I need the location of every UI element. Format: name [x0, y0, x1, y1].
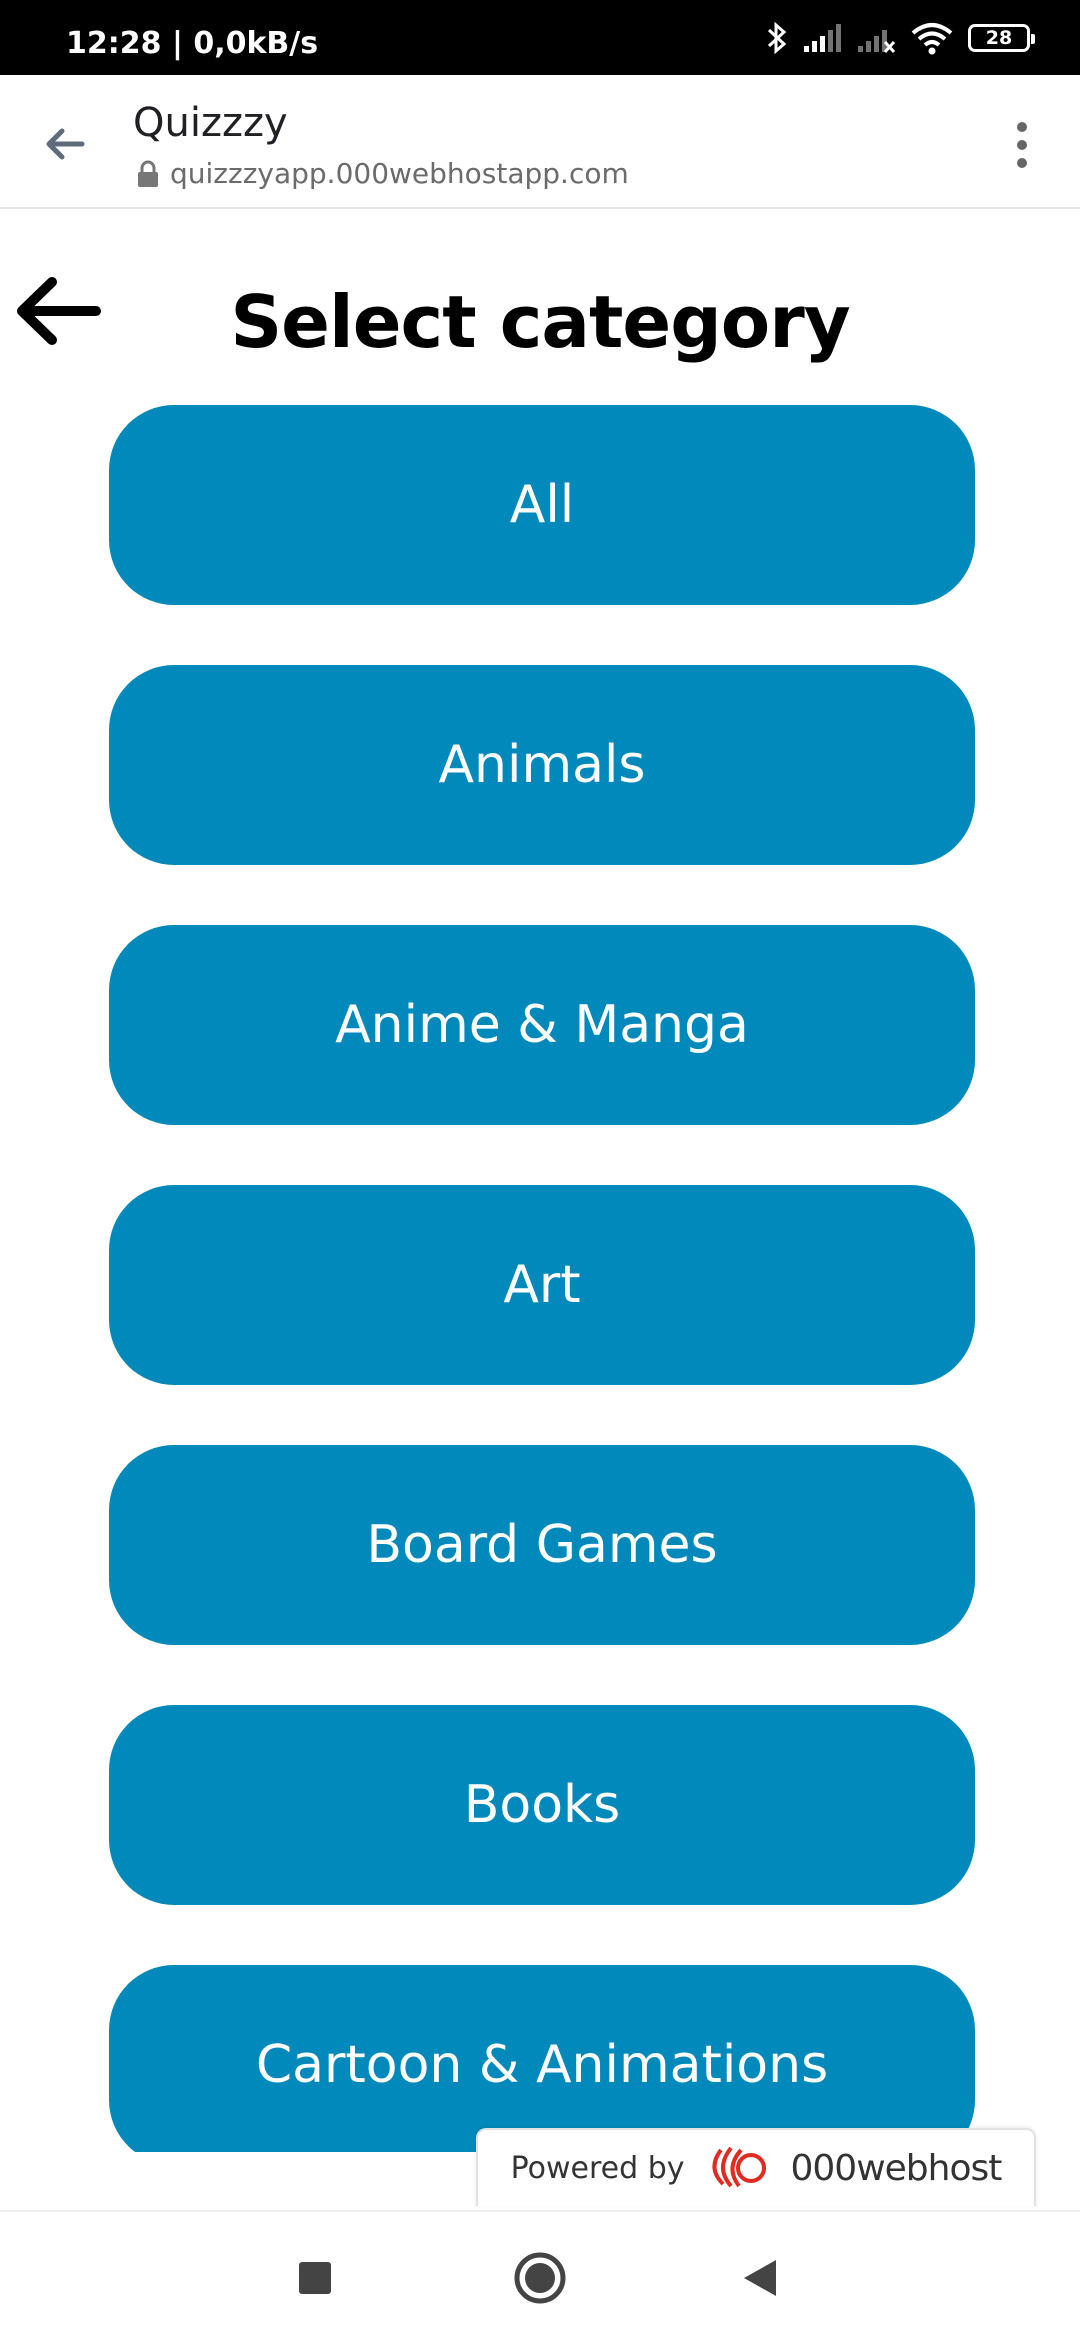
- category-list: All Animals Anime & Manga Art Board Game…: [109, 405, 975, 2152]
- browser-url[interactable]: quizzzyapp.000webhostapp.com: [136, 157, 629, 190]
- signal-no-service-icon: [858, 30, 896, 54]
- category-button-cartoon-animations[interactable]: Cartoon & Animations: [109, 1965, 975, 2152]
- wifi-icon: [911, 23, 953, 55]
- more-vert-icon[interactable]: [996, 115, 1048, 175]
- category-button-anime-manga[interactable]: Anime & Manga: [109, 925, 975, 1125]
- category-button-art[interactable]: Art: [109, 1185, 975, 1385]
- back-arrow-icon[interactable]: [38, 117, 92, 171]
- back-triangle-icon[interactable]: [730, 2248, 790, 2308]
- status-bar: 12:28 | 0,0kB/s 28: [0, 0, 1080, 75]
- lock-icon: [138, 160, 158, 187]
- bluetooth-icon: [767, 21, 787, 55]
- powered-by-text: Powered by: [510, 2150, 685, 2186]
- browser-header: Quizzzy quizzzyapp.000webhostapp.com: [0, 75, 1080, 209]
- category-button-animals[interactable]: Animals: [109, 665, 975, 865]
- url-text: quizzzyapp.000webhostapp.com: [170, 157, 629, 190]
- navigation-bar: [0, 2210, 1080, 2340]
- battery-level: 28: [985, 27, 1013, 49]
- powered-by-badge[interactable]: Powered by 000webhost: [476, 2128, 1036, 2206]
- page-title: Select category: [230, 280, 850, 364]
- brand-text: 000webhost: [790, 2147, 1003, 2189]
- status-time: 12:28 | 0,0kB/s: [66, 26, 319, 61]
- category-button-books[interactable]: Books: [109, 1705, 975, 1905]
- category-button-board-games[interactable]: Board Games: [109, 1445, 975, 1645]
- category-button-all[interactable]: All: [109, 405, 975, 605]
- webhost-logo-icon: [712, 2146, 766, 2188]
- signal-icon: [804, 24, 841, 52]
- recents-square-icon[interactable]: [285, 2248, 345, 2308]
- browser-title: Quizzzy: [133, 100, 288, 146]
- home-circle-icon[interactable]: [510, 2248, 570, 2308]
- battery-icon: 28: [968, 24, 1035, 52]
- status-icons: 28: [766, 18, 1035, 58]
